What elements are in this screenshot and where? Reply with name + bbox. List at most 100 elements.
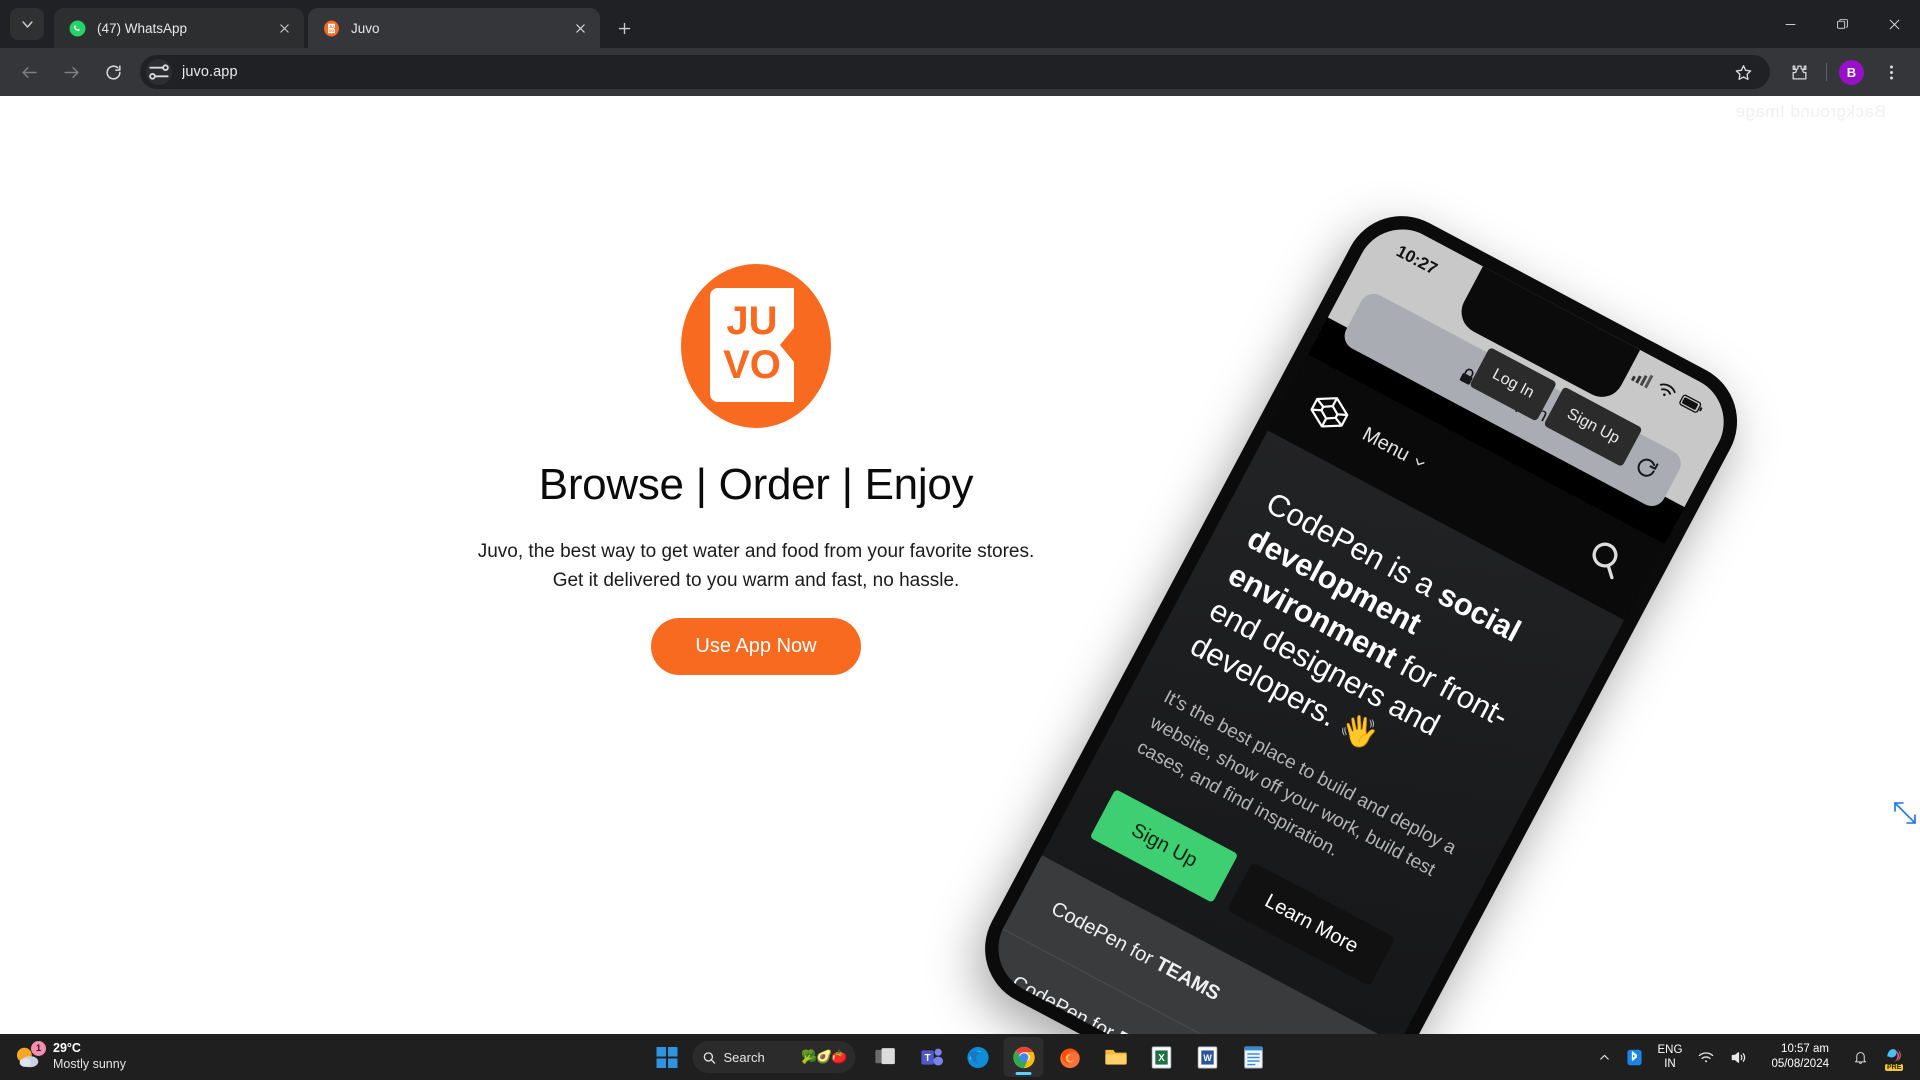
notepad-icon[interactable] bbox=[1234, 1037, 1274, 1077]
svg-text:VO: VO bbox=[328, 28, 334, 33]
volume-icon bbox=[1732, 1051, 1746, 1063]
clock-widget[interactable]: 10:57 am 05/08/2024 bbox=[1757, 1037, 1843, 1077]
close-icon bbox=[1889, 19, 1899, 29]
notifications-button[interactable] bbox=[1847, 1037, 1874, 1077]
explorer-glyph bbox=[1104, 1049, 1127, 1065]
notepad-glyph bbox=[1244, 1045, 1263, 1069]
bell-icon bbox=[1854, 1051, 1867, 1064]
excel-glyph: X bbox=[1151, 1045, 1172, 1069]
mozilla-firefox-icon[interactable] bbox=[1050, 1037, 1090, 1077]
maximize-icon bbox=[1836, 18, 1848, 29]
bluetooth-icon bbox=[1626, 1049, 1642, 1065]
language-text: ENG IN bbox=[1658, 1043, 1683, 1072]
url-text: juvo.app bbox=[182, 64, 238, 80]
codepen-signup-button[interactable]: Sign Up bbox=[1089, 788, 1239, 903]
extensions-button[interactable] bbox=[1782, 55, 1816, 89]
back-button[interactable] bbox=[12, 55, 46, 89]
windows-start-button[interactable] bbox=[647, 1037, 687, 1077]
omnibox-actions bbox=[1722, 55, 1764, 89]
tab-title: (47) WhatsApp bbox=[97, 20, 188, 36]
windows-start-icon bbox=[656, 1046, 677, 1068]
resize-cursor-icon bbox=[1892, 800, 1918, 826]
taskbar-weather-widget[interactable]: 1 29°C Mostly sunny bbox=[0, 1041, 126, 1072]
new-tab-button[interactable] bbox=[610, 14, 638, 42]
tab-search-button[interactable] bbox=[10, 8, 44, 40]
codepen-logo-graphic bbox=[1310, 396, 1349, 428]
phone-status-time: 10:27 bbox=[1393, 241, 1441, 279]
copilot-button[interactable]: PRE bbox=[1878, 1037, 1910, 1077]
google-chrome-icon[interactable] bbox=[1003, 1037, 1044, 1077]
toolbar-divider bbox=[1826, 63, 1827, 81]
language-indicator[interactable]: ENG IN bbox=[1652, 1037, 1689, 1077]
tab-title: Juvo bbox=[351, 20, 380, 36]
language-bottom: IN bbox=[1664, 1058, 1676, 1070]
microsoft-teams-icon[interactable]: T bbox=[912, 1037, 952, 1077]
clock-text: 10:57 am 05/08/2024 bbox=[1763, 1042, 1837, 1072]
volume-button[interactable] bbox=[1724, 1037, 1753, 1077]
phone-reload-button[interactable] bbox=[1628, 451, 1663, 489]
bluetooth-button[interactable] bbox=[1621, 1037, 1648, 1077]
codepen-menu-button[interactable]: Menu bbox=[1358, 423, 1431, 476]
close-icon bbox=[575, 23, 585, 33]
firefox-glyph bbox=[1059, 1048, 1080, 1068]
reload-icon bbox=[1637, 458, 1659, 477]
clock-time: 10:57 am bbox=[1781, 1043, 1829, 1056]
window-controls bbox=[1764, 0, 1920, 48]
browser-tab-whatsapp[interactable]: (47) WhatsApp bbox=[54, 8, 304, 48]
weather-text: 29°C Mostly sunny bbox=[53, 1041, 126, 1072]
task-view-icon[interactable] bbox=[866, 1037, 906, 1077]
forward-button[interactable] bbox=[54, 55, 88, 89]
background-image-watermark: Background Image bbox=[1735, 102, 1886, 121]
juvo-logo: JU VO bbox=[666, 256, 846, 436]
copilot-icon: PRE bbox=[1884, 1045, 1904, 1071]
cellular-signal-icon bbox=[1630, 374, 1654, 389]
svg-text:T: T bbox=[924, 1053, 930, 1064]
microsoft-word-icon[interactable]: W bbox=[1188, 1037, 1228, 1077]
search-icon bbox=[1592, 542, 1618, 579]
taskbar-search-box[interactable]: Search 🥦🥑🍅 bbox=[692, 1041, 856, 1073]
taskbar-search-placeholder: Search bbox=[723, 1049, 765, 1065]
juvo-icon: JU VO bbox=[322, 19, 340, 37]
battery-icon bbox=[1679, 394, 1703, 413]
address-bar[interactable]: juvo.app bbox=[140, 55, 1770, 89]
whatsapp-icon bbox=[68, 19, 86, 37]
star-icon bbox=[1735, 64, 1751, 80]
three-dot-menu-icon bbox=[1889, 64, 1893, 80]
file-explorer-icon[interactable] bbox=[1096, 1037, 1136, 1077]
profile-avatar[interactable]: B bbox=[1839, 59, 1864, 85]
reload-button[interactable] bbox=[96, 55, 130, 89]
tab-close-button[interactable] bbox=[272, 16, 296, 40]
browser-menu-button[interactable] bbox=[1874, 55, 1908, 89]
browser-tab-juvo[interactable]: JU VO Juvo bbox=[308, 8, 600, 48]
taskbar-center-group: Search 🥦🥑🍅 T X W bbox=[647, 1037, 1274, 1077]
bookmark-button[interactable] bbox=[1726, 55, 1760, 89]
codepen-search-button[interactable] bbox=[1576, 531, 1632, 590]
close-window-button[interactable] bbox=[1868, 0, 1920, 48]
search-icon bbox=[703, 1051, 716, 1064]
minimize-icon bbox=[1785, 23, 1795, 25]
clock-date: 05/08/2024 bbox=[1771, 1058, 1829, 1070]
windows-taskbar: 1 29°C Mostly sunny Search 🥦🥑🍅 T X W ENG… bbox=[0, 1034, 1920, 1080]
wifi-icon bbox=[1659, 383, 1676, 397]
tune-icon bbox=[149, 64, 169, 80]
wifi-button[interactable] bbox=[1692, 1037, 1720, 1077]
microsoft-edge-icon[interactable] bbox=[958, 1037, 998, 1077]
codepen-logo-icon[interactable] bbox=[1300, 385, 1356, 444]
phone-mockup: 10:27 codepen.io bbox=[964, 156, 1840, 1034]
extensions-puzzle-icon bbox=[1792, 65, 1806, 79]
codepen-menu-label: Menu bbox=[1358, 422, 1414, 466]
tray-overflow-button[interactable] bbox=[1592, 1037, 1617, 1077]
tab-close-button[interactable] bbox=[568, 16, 592, 40]
word-glyph: W bbox=[1197, 1045, 1218, 1069]
browser-window: (47) WhatsApp JU VO Juvo juvo.app B Back… bbox=[0, 0, 1920, 1034]
use-app-now-button[interactable]: Use App Now bbox=[651, 617, 861, 675]
minimize-button[interactable] bbox=[1764, 0, 1816, 48]
site-info-button[interactable] bbox=[146, 59, 172, 85]
tab-strip: (47) WhatsApp JU VO Juvo bbox=[0, 0, 1920, 48]
list-item-strong: TEAMS bbox=[1151, 952, 1224, 1006]
close-icon bbox=[279, 23, 289, 33]
svg-text:VO: VO bbox=[723, 343, 781, 387]
maximize-button[interactable] bbox=[1816, 0, 1868, 48]
phone-status-icons bbox=[1630, 367, 1706, 416]
microsoft-excel-icon[interactable]: X bbox=[1142, 1037, 1182, 1077]
